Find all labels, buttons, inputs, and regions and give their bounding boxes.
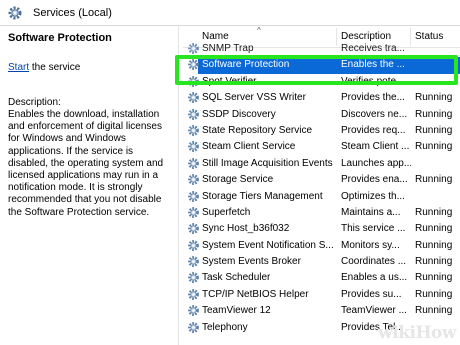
table-row[interactable]: TeamViewer 12 TeamViewer ... Running (183, 303, 460, 319)
table-row[interactable]: Storage Tiers Management Optimizes th... (183, 189, 460, 205)
service-name: SQL Server VSS Writer (202, 92, 306, 104)
service-description: Discovers ne... (341, 108, 408, 120)
service-name: System Events Broker (202, 256, 301, 268)
table-row[interactable]: Steam Client Service Steam Client ... Runn… (183, 139, 460, 155)
table-row[interactable]: Superfetch Maintains a... Running (183, 205, 460, 221)
table-row[interactable]: TCP/IP NetBIOS Helper Provides su... Runni… (183, 287, 460, 303)
service-status: Running (415, 256, 453, 268)
service-description: Provides the... (341, 92, 405, 104)
service-gear-icon (187, 222, 200, 235)
service-description: Receives tra... (341, 43, 405, 54)
service-gear-icon (187, 108, 200, 121)
watermark: wikiHow (378, 323, 456, 343)
table-row[interactable]: Storage Service Provides ena... Running (183, 172, 460, 188)
service-gear-icon (187, 91, 200, 104)
service-status: Running (415, 108, 453, 120)
service-name: Telephony (202, 321, 248, 333)
service-rows: SNMP Trap Receives tra... Software Protect… (183, 43, 460, 336)
service-gear-icon (187, 190, 200, 203)
service-gear-icon (187, 42, 200, 55)
service-description: Maintains a... (341, 206, 401, 218)
service-description: Monitors sy... (341, 239, 400, 251)
service-description: Steam Client ... (341, 141, 410, 153)
service-name: State Repository Service (202, 124, 313, 136)
window-title: Services (Local) (33, 7, 112, 19)
service-gear-icon (187, 239, 200, 252)
service-status: Running (415, 141, 453, 153)
service-gear-icon (187, 206, 200, 219)
description-label: Description: (8, 97, 61, 108)
service-description: Provides su... (341, 288, 402, 300)
service-description: Coordinates ... (341, 256, 407, 268)
table-row[interactable]: Still Image Acquisition Events Launches a… (183, 156, 460, 172)
service-gear-icon (187, 288, 200, 301)
service-description: Optimizes th... (341, 190, 405, 202)
service-name: SNMP Trap (202, 43, 254, 54)
service-name: Sync Host_b36f032 (202, 223, 290, 235)
service-status: Running (415, 223, 453, 235)
service-description: This service ... (341, 223, 406, 235)
highlight-annotation (175, 55, 458, 85)
table-row[interactable]: Task Scheduler Enables a us... Running (183, 270, 460, 286)
service-name: Still Image Acquisition Events (202, 157, 333, 169)
service-description: TeamViewer ... (341, 305, 407, 317)
table-row[interactable]: System Events Broker Coordinates ... Runni… (183, 254, 460, 270)
service-gear-icon (187, 304, 200, 317)
service-name: TCP/IP NetBIOS Helper (202, 288, 309, 300)
table-row[interactable]: System Event Notification S... Monitors s… (183, 238, 460, 254)
service-gear-icon (187, 255, 200, 268)
service-gear-icon (187, 321, 200, 334)
service-gear-icon (187, 157, 200, 170)
service-details-pane: Software Protection Start the service De… (0, 26, 178, 345)
table-row[interactable]: Sync Host_b36f032 This service ... Running (183, 221, 460, 237)
service-action: Start the service (8, 62, 170, 73)
service-name: TeamViewer 12 (202, 305, 271, 317)
service-status: Running (415, 305, 453, 317)
description-text: Enables the download, installation and e… (8, 109, 164, 218)
service-gear-icon (187, 173, 200, 186)
service-status: Running (415, 288, 453, 300)
service-description: Provides ena... (341, 174, 408, 186)
service-status: Running (415, 206, 453, 218)
service-name: System Event Notification S... (202, 239, 334, 251)
service-status: Running (415, 272, 453, 284)
service-name: Steam Client Service (202, 141, 296, 153)
action-suffix: the service (29, 62, 81, 73)
service-name: SSDP Discovery (202, 108, 276, 120)
table-row[interactable]: State Repository Service Provides req... R… (183, 123, 460, 139)
start-service-link[interactable]: Start (8, 62, 29, 73)
table-row[interactable]: SSDP Discovery Discovers ne... Running (183, 107, 460, 123)
service-name: Superfetch (202, 206, 251, 218)
title-bar: Services (Local) (0, 0, 460, 26)
service-name: Storage Service (202, 174, 274, 186)
service-name: Task Scheduler (202, 272, 271, 284)
service-description: Provides req... (341, 124, 406, 136)
service-status: Running (415, 174, 453, 186)
gear-icon (7, 5, 23, 21)
service-name: Storage Tiers Management (202, 190, 323, 202)
service-description: Launches app... (341, 157, 411, 169)
service-status: Running (415, 124, 453, 136)
service-gear-icon (187, 271, 200, 284)
service-gear-icon (187, 124, 200, 137)
service-status: Running (415, 239, 453, 251)
sort-ascending-icon: ^ (257, 26, 261, 35)
service-gear-icon (187, 140, 200, 153)
selected-service-heading: Software Protection (8, 32, 112, 44)
table-row[interactable]: SQL Server VSS Writer Provides the... Runn… (183, 90, 460, 106)
service-description: Enables a us... (341, 272, 408, 284)
service-status: Running (415, 92, 453, 104)
